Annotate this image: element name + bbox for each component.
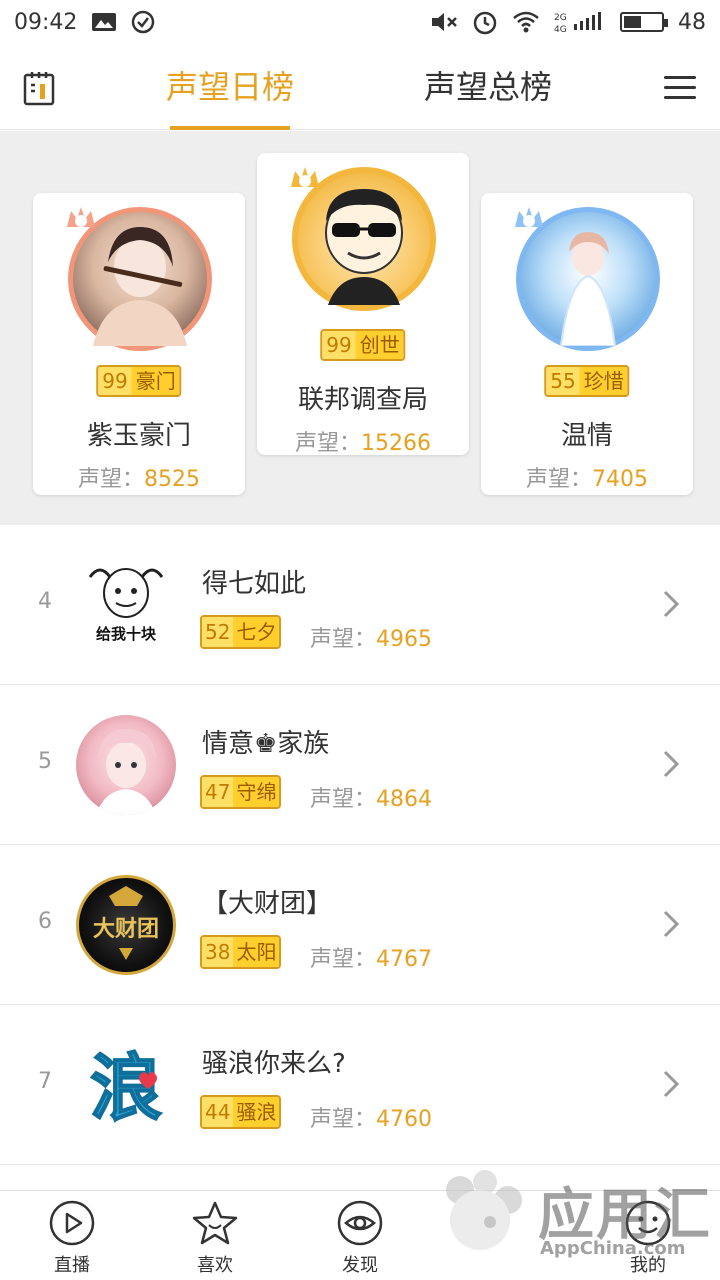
watermark-logo-icon — [446, 1170, 522, 1250]
rank-3-crown-icon — [515, 207, 543, 227]
avatar — [76, 715, 176, 815]
tab-total-reputation[interactable]: 声望总榜 — [418, 62, 558, 112]
mute-icon — [432, 13, 457, 31]
level-number: 52 — [202, 617, 234, 647]
watermark-subtitle: AppChina.com — [540, 1238, 686, 1259]
rank-number: 5 — [38, 749, 52, 774]
svg-text:2G: 2G — [554, 13, 567, 23]
nav-discover[interactable]: 发现 — [310, 1199, 410, 1277]
reputation-score: 声望：4760 — [310, 1107, 433, 1132]
nav-label: 发现 — [342, 1255, 378, 1276]
battery-icon — [620, 12, 668, 32]
alarm-icon — [473, 11, 497, 35]
group-tag: 珍惜 — [579, 367, 628, 395]
avatar: 大财团 — [76, 875, 176, 975]
podium-card-third[interactable]: 55 珍惜 温情 声望：7405 — [481, 193, 693, 495]
level-badge: 44 骚浪 — [200, 1095, 282, 1129]
chevron-right-icon — [663, 590, 680, 618]
level-badge: 55 珍惜 — [544, 365, 630, 397]
status-bar-left: 09:42 — [14, 10, 155, 35]
rank-1-crown-icon — [291, 167, 319, 187]
wifi-icon — [513, 11, 539, 33]
level-number: 55 — [546, 367, 580, 395]
level-badge: 99 创世 — [320, 329, 406, 361]
svg-text:4G: 4G — [554, 25, 567, 34]
level-badge: 47 守绵 — [200, 775, 282, 809]
nav-label: 喜欢 — [197, 1255, 233, 1276]
avatar: 给我十块 — [76, 555, 176, 655]
avatar-caption: 给我十块 — [96, 625, 157, 643]
user-name: 骚浪你来么? — [202, 1049, 346, 1079]
list-item[interactable]: 6 大财团 【大财团】 38 太阳 声望：4767 — [0, 845, 720, 1005]
active-tab-indicator — [170, 126, 290, 130]
level-number: 99 — [322, 331, 356, 359]
group-tag: 七夕 — [233, 617, 280, 647]
battery-level: 48 — [678, 9, 706, 35]
podium-card-second[interactable]: 99 豪门 紫玉豪门 声望：8525 — [33, 193, 245, 495]
podium-card-first[interactable]: 99 创世 联邦调查局 声望：15266 — [257, 153, 469, 456]
level-number: 99 — [98, 367, 132, 395]
list-item[interactable]: 7 浪 骚浪你来么? 44 骚浪 声望：4760 — [0, 1005, 720, 1165]
status-bar: 09:42 2G 4G 48 — [0, 0, 720, 44]
level-badge: 99 豪门 — [96, 365, 182, 397]
group-tag: 守绵 — [233, 777, 280, 807]
list-item[interactable]: 4 给我十块 得七如此 52 七夕 声望：4965 — [0, 525, 720, 685]
avatar: 浪 — [76, 1035, 176, 1135]
level-number: 47 — [202, 777, 234, 807]
reputation-score: 声望：4767 — [310, 947, 433, 972]
user-name: 温情 — [560, 421, 613, 451]
level-number: 44 — [202, 1097, 234, 1127]
level-badge: 38 太阳 — [200, 935, 282, 969]
chevron-right-icon — [663, 1070, 680, 1098]
group-tag: 骚浪 — [233, 1097, 280, 1127]
rank-number: 6 — [38, 909, 52, 934]
top-three-podium: 99 豪门 紫玉豪门 声望：8525 99 创世 联邦调查局 声望：15266 … — [0, 131, 720, 525]
rank-number: 7 — [38, 1069, 52, 1094]
star-icon — [192, 1201, 238, 1245]
play-circle-icon — [49, 1200, 95, 1246]
top-header: 声望日榜 声望总榜 — [0, 44, 720, 130]
status-time: 09:42 — [14, 9, 78, 35]
check-circle-icon — [132, 10, 155, 34]
reputation-score: 声望：8525 — [77, 467, 200, 492]
status-bar-right: 2G 4G 48 — [430, 9, 706, 35]
reputation-score: 声望：7405 — [525, 467, 648, 492]
menu-icon[interactable] — [664, 76, 696, 100]
ranking-list-icon[interactable] — [22, 70, 56, 106]
ranking-list: 4 给我十块 得七如此 52 七夕 声望：4965 5 情意♚家族 47 守绵 … — [0, 525, 720, 1165]
list-item[interactable]: 5 情意♚家族 47 守绵 声望：4864 — [0, 685, 720, 845]
level-number: 38 — [202, 937, 234, 967]
user-name: 【大财团】 — [202, 889, 333, 919]
image-notification-icon — [92, 13, 117, 31]
chevron-right-icon — [663, 910, 680, 938]
user-name: 得七如此 — [202, 569, 307, 599]
tab-daily-reputation[interactable]: 声望日榜 — [160, 62, 300, 112]
nav-label: 直播 — [54, 1255, 90, 1276]
level-badge: 52 七夕 — [200, 615, 282, 649]
avatar-caption: 大财团 — [93, 917, 159, 942]
eye-icon — [337, 1200, 383, 1246]
user-name: 紫玉豪门 — [86, 421, 191, 451]
rank-number: 4 — [38, 589, 52, 614]
avatar-caption: 浪 — [90, 1046, 162, 1130]
nav-live[interactable]: 直播 — [22, 1199, 122, 1277]
user-name: 情意♚家族 — [202, 729, 330, 759]
group-tag: 创世 — [355, 331, 404, 359]
reputation-score: 声望：4965 — [310, 627, 433, 652]
reputation-score: 声望：15266 — [294, 431, 431, 456]
group-tag: 太阳 — [233, 937, 280, 967]
nav-favorites[interactable]: 喜欢 — [165, 1199, 265, 1277]
user-name: 联邦调查局 — [297, 385, 428, 415]
appchina-watermark: 应用汇 AppChina.com — [420, 1150, 720, 1280]
chevron-right-icon — [663, 750, 680, 778]
group-tag: 豪门 — [131, 367, 180, 395]
rank-2-crown-icon — [67, 207, 95, 227]
signal-icon: 2G4G — [554, 12, 601, 34]
reputation-score: 声望：4864 — [310, 787, 433, 812]
